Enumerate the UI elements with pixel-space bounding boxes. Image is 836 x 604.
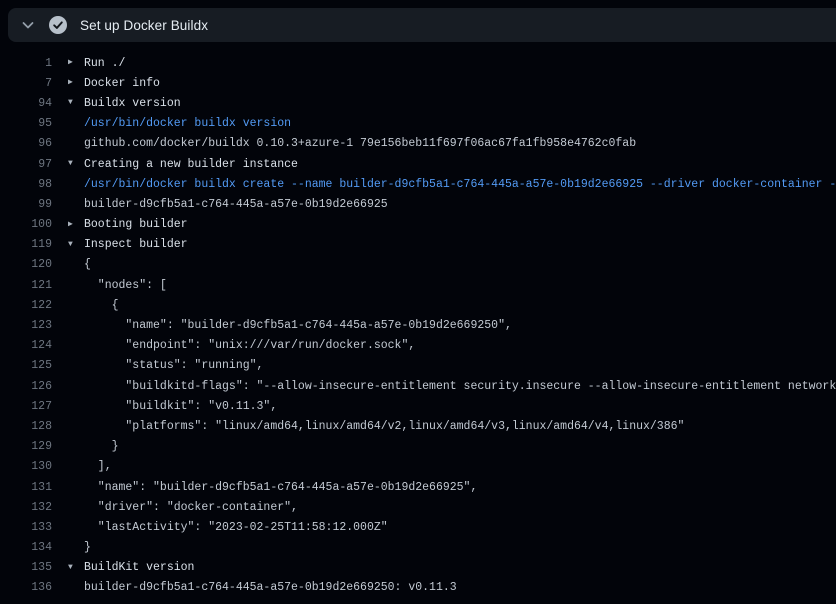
line-number[interactable]: 133 xyxy=(0,521,52,534)
log-line: 126 "buildkitd-flags": "--allow-insecure… xyxy=(0,376,836,396)
line-text: "driver": "docker-container", xyxy=(84,501,836,514)
line-text: Inspect builder xyxy=(84,238,836,251)
line-text: "platforms": "linux/amd64,linux/amd64/v2… xyxy=(84,420,836,433)
line-number[interactable]: 124 xyxy=(0,339,52,352)
log-line: 127 "buildkit": "v0.11.3", xyxy=(0,396,836,416)
line-number[interactable]: 100 xyxy=(0,218,52,231)
log-line: 123 "name": "builder-d9cfb5a1-c764-445a-… xyxy=(0,315,836,335)
log-line: 129 } xyxy=(0,437,836,457)
line-number[interactable]: 123 xyxy=(0,319,52,332)
line-number[interactable]: 136 xyxy=(0,581,52,594)
line-text: "buildkitd-flags": "--allow-insecure-ent… xyxy=(84,380,836,393)
line-text: } xyxy=(84,541,836,554)
line-text: Buildx version xyxy=(84,97,836,110)
chevron-down-icon[interactable] xyxy=(20,17,36,33)
line-number[interactable]: 121 xyxy=(0,279,52,292)
log-line: 121 "nodes": [ xyxy=(0,275,836,295)
log-line: 124 "endpoint": "unix:///var/run/docker.… xyxy=(0,336,836,356)
log-line: 131 "name": "builder-d9cfb5a1-c764-445a-… xyxy=(0,477,836,497)
log-line: 134 } xyxy=(0,538,836,558)
log-line: 120 { xyxy=(0,255,836,275)
line-number[interactable]: 132 xyxy=(0,501,52,514)
line-number[interactable]: 131 xyxy=(0,481,52,494)
group-collapsed-marker-icon: ▶ xyxy=(68,73,84,93)
line-number[interactable]: 134 xyxy=(0,541,52,554)
line-number[interactable]: 129 xyxy=(0,440,52,453)
line-text: { xyxy=(84,258,836,271)
line-text: "endpoint": "unix:///var/run/docker.sock… xyxy=(84,339,836,352)
line-text: "name": "builder-d9cfb5a1-c764-445a-a57e… xyxy=(84,481,836,494)
line-number[interactable]: 94 xyxy=(0,97,52,110)
log-line: 136 builder-d9cfb5a1-c764-445a-a57e-0b19… xyxy=(0,578,836,598)
line-text: Docker info xyxy=(84,77,836,90)
log-line: 125 "status": "running", xyxy=(0,356,836,376)
log-line: 122 { xyxy=(0,295,836,315)
line-number[interactable]: 96 xyxy=(0,137,52,150)
log-group-line[interactable]: 94 ▼ Buildx version xyxy=(0,93,836,113)
line-number[interactable]: 135 xyxy=(0,561,52,574)
line-text: BuildKit version xyxy=(84,561,836,574)
line-text: "status": "running", xyxy=(84,359,836,372)
group-collapsed-marker-icon: ▶ xyxy=(68,53,84,73)
line-number[interactable]: 125 xyxy=(0,359,52,372)
line-number[interactable]: 120 xyxy=(0,258,52,271)
step-title: Set up Docker Buildx xyxy=(80,18,208,33)
log-line: 130 ], xyxy=(0,457,836,477)
line-text: /usr/bin/docker buildx create --name bui… xyxy=(84,178,836,191)
line-number[interactable]: 130 xyxy=(0,460,52,473)
line-number[interactable]: 127 xyxy=(0,400,52,413)
group-collapsed-marker-icon: ▶ xyxy=(68,215,84,235)
line-number[interactable]: 1 xyxy=(0,57,52,70)
log-line: 96 github.com/docker/buildx 0.10.3+azure… xyxy=(0,134,836,154)
line-text: Creating a new builder instance xyxy=(84,158,836,171)
line-number[interactable]: 97 xyxy=(0,158,52,171)
log-line: 98 /usr/bin/docker buildx create --name … xyxy=(0,174,836,194)
line-text: "lastActivity": "2023-02-25T11:58:12.000… xyxy=(84,521,836,534)
line-text: "name": "builder-d9cfb5a1-c764-445a-a57e… xyxy=(84,319,836,332)
line-text: "buildkit": "v0.11.3", xyxy=(84,400,836,413)
group-expanded-marker-icon: ▼ xyxy=(68,154,84,174)
line-number[interactable]: 98 xyxy=(0,178,52,191)
log-group-line[interactable]: 100 ▶ Booting builder xyxy=(0,215,836,235)
line-number[interactable]: 122 xyxy=(0,299,52,312)
line-text: /usr/bin/docker buildx version xyxy=(84,117,836,130)
log-group-line[interactable]: 97 ▼ Creating a new builder instance xyxy=(0,154,836,174)
log-line: 132 "driver": "docker-container", xyxy=(0,497,836,517)
group-expanded-marker-icon: ▼ xyxy=(68,558,84,578)
log-group-line[interactable]: 135 ▼ BuildKit version xyxy=(0,558,836,578)
line-text: Run ./ xyxy=(84,57,836,70)
line-number[interactable]: 95 xyxy=(0,117,52,130)
log-group-line[interactable]: 119 ▼ Inspect builder xyxy=(0,235,836,255)
line-number[interactable]: 128 xyxy=(0,420,52,433)
line-text: builder-d9cfb5a1-c764-445a-a57e-0b19d2e6… xyxy=(84,198,836,211)
step-header[interactable]: Set up Docker Buildx xyxy=(8,8,836,42)
log-line: 133 "lastActivity": "2023-02-25T11:58:12… xyxy=(0,517,836,537)
line-number[interactable]: 7 xyxy=(0,77,52,90)
log-line: 95 /usr/bin/docker buildx version xyxy=(0,114,836,134)
group-expanded-marker-icon: ▼ xyxy=(68,93,84,113)
line-number[interactable]: 119 xyxy=(0,238,52,251)
line-text: builder-d9cfb5a1-c764-445a-a57e-0b19d2e6… xyxy=(84,581,836,594)
line-number[interactable]: 126 xyxy=(0,380,52,393)
line-text: ], xyxy=(84,460,836,473)
line-text: { xyxy=(84,299,836,312)
log-group-line[interactable]: 1 ▶ Run ./ xyxy=(0,53,836,73)
log-line: 99 builder-d9cfb5a1-c764-445a-a57e-0b19d… xyxy=(0,194,836,214)
line-text: github.com/docker/buildx 0.10.3+azure-1 … xyxy=(84,137,836,150)
line-text: } xyxy=(84,440,836,453)
log-lines: 1 ▶ Run ./ 7 ▶ Docker info 94 ▼ Buildx v… xyxy=(0,53,836,598)
line-number[interactable]: 99 xyxy=(0,198,52,211)
log-group-line[interactable]: 7 ▶ Docker info xyxy=(0,73,836,93)
line-text: "nodes": [ xyxy=(84,279,836,292)
group-expanded-marker-icon: ▼ xyxy=(68,235,84,255)
log-line: 128 "platforms": "linux/amd64,linux/amd6… xyxy=(0,416,836,436)
check-circle-icon xyxy=(49,16,67,34)
line-text: Booting builder xyxy=(84,218,836,231)
